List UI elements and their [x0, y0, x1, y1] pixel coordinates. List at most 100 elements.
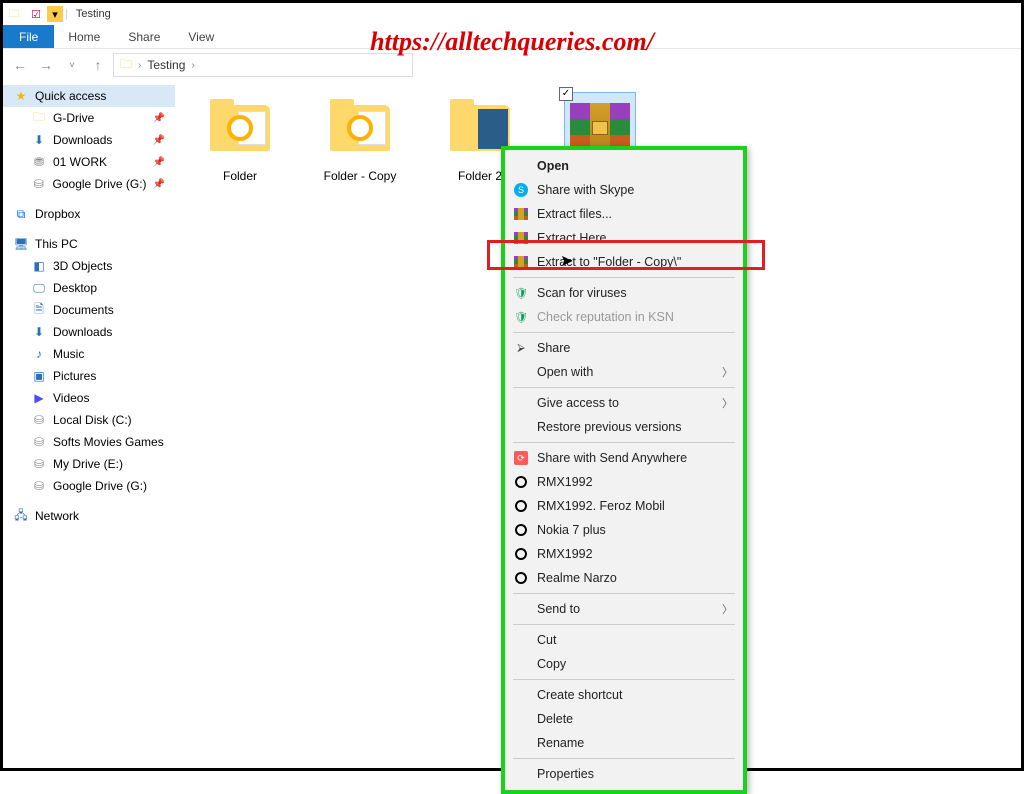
cm-label: Share	[537, 341, 570, 355]
sidebar-item-googledrive[interactable]: ⛁Google Drive (G:)📌	[3, 173, 175, 195]
context-menu: Open SShare with Skype Extract files... …	[501, 146, 747, 794]
sidebar-item-gdrive[interactable]: 🗀G-Drive📌	[3, 107, 175, 129]
drive-icon: ⛁	[31, 412, 47, 428]
cm-open[interactable]: Open	[505, 154, 743, 178]
sidebar-label: Softs Movies Games	[53, 435, 164, 449]
cm-label: Restore previous versions	[537, 420, 682, 434]
cm-properties[interactable]: Properties	[505, 762, 743, 786]
dropdown-icon[interactable]: ▾	[47, 6, 63, 22]
view-tab[interactable]: View	[174, 26, 228, 48]
cm-device2[interactable]: RMX1992. Feroz Mobil	[505, 494, 743, 518]
quick-save-icon[interactable]: ☑	[25, 3, 47, 25]
cm-label: Extract files...	[537, 207, 612, 221]
cm-extract-here[interactable]: Extract Here	[505, 226, 743, 250]
sidebar-item-mydrive[interactable]: ⛁ My Drive (E:)	[3, 453, 175, 475]
drive-icon: ⛁	[31, 478, 47, 494]
cm-extract-to[interactable]: Extract to "Folder - Copy\"	[505, 250, 743, 274]
cm-share[interactable]: ⮚ Share	[505, 336, 743, 360]
sidebar-item-videos[interactable]: ▶Videos	[3, 387, 175, 409]
checkbox-icon[interactable]: ✓	[559, 87, 573, 101]
cm-restore[interactable]: Restore previous versions	[505, 415, 743, 439]
nav-back-icon[interactable]: ←	[9, 54, 31, 76]
breadcrumb-segment[interactable]: Testing	[147, 58, 185, 72]
sidebar-item-3dobjects[interactable]: ◧ 3D Objects	[3, 255, 175, 277]
cm-device5[interactable]: Realme Narzo	[505, 566, 743, 590]
window-title: Testing	[76, 8, 111, 20]
home-tab[interactable]: Home	[54, 26, 114, 48]
cm-scan-virus[interactable]: 🛡Scan for viruses	[505, 281, 743, 305]
sidebar-item-work[interactable]: ⛃01 WORK📌	[3, 151, 175, 173]
cm-extract-files[interactable]: Extract files...	[505, 202, 743, 226]
cube-icon: ◧	[31, 258, 47, 274]
drive-icon: ⛁	[31, 176, 47, 192]
cm-label: Share with Send Anywhere	[537, 451, 687, 465]
cm-device1[interactable]: RMX1992	[505, 470, 743, 494]
nav-history-icon[interactable]: ˅	[61, 54, 83, 76]
cm-cut[interactable]: Cut	[505, 628, 743, 652]
sidebar-dropbox[interactable]: ⧉ Dropbox	[3, 203, 175, 225]
separator	[513, 593, 735, 594]
sidebar-this-pc[interactable]: 🖥This PC	[3, 233, 175, 255]
cm-label: Realme Narzo	[537, 571, 617, 585]
cm-delete[interactable]: Delete	[505, 707, 743, 731]
sidebar-label: 3D Objects	[53, 259, 112, 273]
cm-open-with[interactable]: Open with〉	[505, 360, 743, 384]
rar-icon	[513, 206, 529, 222]
cm-label: Open	[537, 159, 569, 173]
cm-skype[interactable]: S Share with Skype	[505, 178, 743, 202]
nav-up-icon[interactable]: ↑	[87, 54, 109, 76]
send-anywhere-icon: ⟳	[513, 450, 529, 466]
cm-create-shortcut[interactable]: Create shortcut	[505, 683, 743, 707]
sidebar-label: My Drive (E:)	[53, 457, 123, 471]
cm-device4[interactable]: RMX1992	[505, 542, 743, 566]
sidebar-label: Google Drive (G:)	[53, 479, 147, 493]
device-icon	[513, 474, 529, 490]
cm-label: Check reputation in KSN	[537, 310, 674, 324]
cm-label: Send to	[537, 602, 580, 616]
cm-label: RMX1992. Feroz Mobil	[537, 499, 665, 513]
cm-label: Share with Skype	[537, 183, 634, 197]
sidebar-item-localdisk[interactable]: ⛁Local Disk (C:)	[3, 409, 175, 431]
file-item-folder-copy[interactable]: Folder - Copy	[315, 93, 405, 183]
pictures-icon: ▣	[31, 368, 47, 384]
breadcrumb[interactable]: 🗀 › Testing ›	[113, 53, 413, 77]
skype-icon: S	[513, 182, 529, 198]
cm-check-ksn[interactable]: 🛡 Check reputation in KSN	[505, 305, 743, 329]
sidebar-quick-access[interactable]: ★ Quick access	[3, 85, 175, 107]
sidebar-item-desktop[interactable]: 🖵Desktop	[3, 277, 175, 299]
dropbox-icon: ⧉	[13, 206, 29, 222]
share-tab[interactable]: Share	[114, 26, 174, 48]
sidebar-label: G-Drive	[53, 111, 94, 125]
separator	[513, 679, 735, 680]
sidebar-item-googledrive2[interactable]: ⛁ Google Drive (G:)	[3, 475, 175, 497]
drive-icon: ⛁	[31, 456, 47, 472]
nav-forward-icon[interactable]: →	[35, 54, 57, 76]
sidebar-label: Downloads	[53, 133, 112, 147]
cm-copy[interactable]: Copy	[505, 652, 743, 676]
drive-icon: ⛃	[31, 154, 47, 170]
cm-send-to[interactable]: Send to〉	[505, 597, 743, 621]
shield-icon: 🛡	[513, 309, 529, 325]
sidebar-item-softs[interactable]: ⛁Softs Movies Games	[3, 431, 175, 453]
sidebar-item-documents[interactable]: 🗎Documents	[3, 299, 175, 321]
cm-device3[interactable]: Nokia 7 plus	[505, 518, 743, 542]
sidebar-item-music[interactable]: ♪Music	[3, 343, 175, 365]
device-icon	[513, 522, 529, 538]
documents-icon: 🗎	[31, 302, 47, 318]
share-icon: ⮚	[513, 340, 529, 356]
sidebar-label: Dropbox	[35, 207, 80, 221]
sidebar-item-pictures[interactable]: ▣Pictures	[3, 365, 175, 387]
sidebar-item-downloads[interactable]: ⬇Downloads📌	[3, 129, 175, 151]
sidebar-label: Network	[35, 509, 79, 523]
sidebar-network[interactable]: 🖧Network	[3, 505, 175, 527]
separator	[513, 387, 735, 388]
cm-rename[interactable]: Rename	[505, 731, 743, 755]
cm-send-anywhere[interactable]: ⟳ Share with Send Anywhere	[505, 446, 743, 470]
file-tab[interactable]: File	[3, 25, 54, 48]
sidebar-item-downloads2[interactable]: ⬇Downloads	[3, 321, 175, 343]
cm-give-access[interactable]: Give access to〉	[505, 391, 743, 415]
star-icon: ★	[13, 88, 29, 104]
submenu-arrow-icon: 〉	[722, 395, 733, 411]
cm-label: Properties	[537, 767, 594, 781]
file-item-folder[interactable]: Folder	[195, 93, 285, 183]
